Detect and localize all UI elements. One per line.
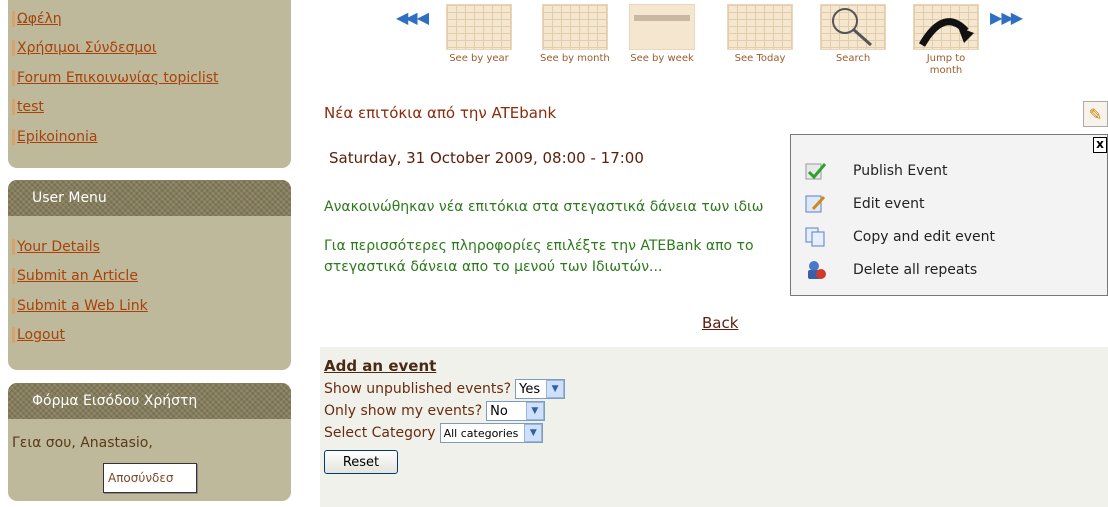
menu-link-useful-links[interactable]: Χρήσιμοι Σύνδεσμοι: [12, 40, 157, 57]
menu-item: Submit an Article: [8, 262, 291, 292]
add-event-link[interactable]: Add an event: [324, 357, 565, 375]
my-events-select[interactable]: No ▼: [486, 401, 545, 421]
event-actions-popup: x Publish Event Edit event Copy and edit…: [790, 134, 1108, 296]
see-by-year-tool[interactable]: See by year: [446, 4, 512, 65]
tool-label: Search: [835, 53, 871, 64]
copy-edit-event-item[interactable]: Copy and edit event: [805, 227, 995, 247]
tool-label: See by year: [449, 53, 509, 64]
unpublished-select[interactable]: Yes ▼: [515, 379, 566, 399]
see-today-tool[interactable]: See Today: [727, 4, 793, 65]
event-date: Saturday, 31 October 2009, 08:00 - 17:00: [329, 149, 644, 167]
event-description-line: στεγαστικά δάνεια απο το μενού των Ιδιωτ…: [324, 259, 663, 275]
event-description: Ανακοινώθηκαν νέα επιτόκια στα στεγαστικ…: [324, 199, 764, 215]
today-icon: [727, 4, 793, 50]
popup-item-label: Copy and edit event: [853, 229, 995, 245]
your-details-link[interactable]: Your Details: [12, 238, 100, 255]
event-title: Νέα επιτόκια από την ATEbank: [324, 104, 557, 122]
popup-item-label: Publish Event: [853, 163, 948, 179]
previous-arrows-icon[interactable]: ◀◀ ◀: [396, 8, 429, 27]
login-form-title: Φόρμα Εισόδου Χρήστη: [8, 383, 291, 419]
edit-icon: [805, 194, 827, 214]
back-link[interactable]: Back: [702, 314, 738, 332]
category-select[interactable]: All categories ▼: [439, 423, 544, 443]
menu-item: Forum Επικοινωνίας topiclist: [8, 63, 291, 93]
select-value: Yes: [519, 381, 541, 397]
menu-item: Epikoinonia: [8, 122, 291, 152]
copy-icon: [805, 227, 827, 247]
user-menu-box: User Menu Your Details Submit an Article…: [8, 180, 291, 370]
see-by-month-tool[interactable]: See by month: [540, 4, 610, 65]
popup-item-label: Delete all repeats: [853, 262, 978, 278]
event-description-more: Για περισσότερες πληροφορίες επιλέξτε τη…: [324, 236, 796, 278]
see-by-week-tool[interactable]: See by week: [629, 4, 695, 65]
user-menu: Your Details Submit an Article Submit a …: [8, 216, 291, 350]
login-form-box: Φόρμα Εισόδου Χρήστη Γεια σου, Anastasio…: [8, 383, 291, 501]
menu-item: Submit a Web Link: [8, 291, 291, 321]
user-menu-title: User Menu: [8, 180, 291, 216]
search-icon: [820, 4, 886, 50]
category-row: Select Category All categories ▼: [324, 422, 565, 444]
event-description-line: Για περισσότερες πληροφορίες επιλέξτε τη…: [324, 238, 754, 254]
my-events-row: Only show my events? No ▼: [324, 400, 565, 422]
close-icon[interactable]: x: [1093, 137, 1107, 153]
menu-item: test: [8, 93, 291, 123]
publish-event-item[interactable]: Publish Event: [805, 161, 947, 181]
delete-repeats-item[interactable]: Delete all repeats: [805, 260, 977, 280]
logout-link[interactable]: Logout: [12, 327, 65, 344]
main-menu: Ωφέλη Χρήσιμοι Σύνδεσμοι Forum Επικοινων…: [8, 0, 291, 152]
filter-panel: Add an event Show unpublished events? Ye…: [320, 347, 1108, 507]
select-value: No: [490, 403, 508, 419]
menu-link-forum[interactable]: Forum Επικοινωνίας topiclist: [12, 69, 219, 86]
search-tool[interactable]: Search: [820, 4, 886, 65]
menu-item: Logout: [8, 321, 291, 351]
filter-form: Add an event Show unpublished events? Ye…: [324, 357, 566, 474]
chevron-down-icon: ▼: [524, 424, 543, 442]
submit-web-link-link[interactable]: Submit a Web Link: [12, 297, 148, 314]
chevron-down-icon: ▼: [546, 380, 565, 398]
submit-article-link[interactable]: Submit an Article: [12, 268, 138, 285]
year-view-icon: [446, 4, 512, 50]
month-view-icon: [541, 4, 608, 50]
my-events-label: Only show my events?: [324, 403, 483, 419]
jump-to-month-tool[interactable]: Jump to month: [912, 4, 980, 77]
menu-link-epikoinonia[interactable]: Epikoinonia: [12, 128, 97, 145]
category-label: Select Category: [324, 425, 436, 441]
menu-link-benefits[interactable]: Ωφέλη: [12, 10, 62, 27]
reset-button[interactable]: Reset: [324, 450, 398, 474]
edit-event-item[interactable]: Edit event: [805, 194, 924, 214]
next-arrows-icon[interactable]: ▶ ▶▶: [990, 8, 1023, 27]
menu-item: Ωφέλη: [8, 4, 291, 34]
menu-link-test[interactable]: test: [12, 99, 44, 116]
menu-item: Χρήσιμοι Σύνδεσμοι: [8, 34, 291, 64]
week-view-icon: [629, 4, 695, 50]
popup-item-label: Edit event: [853, 196, 925, 212]
tool-label: See by month: [540, 53, 610, 64]
main-menu-box: Ωφέλη Χρήσιμοι Σύνδεσμοι Forum Επικοινων…: [8, 0, 291, 168]
unpublished-label: Show unpublished events?: [324, 381, 512, 397]
logout-button[interactable]: Αποσύνδεσ: [103, 463, 197, 493]
select-value: All categories: [443, 426, 519, 440]
greeting-text: Γεια σου, Anastasio,: [12, 435, 153, 451]
menu-item: Your Details: [8, 232, 291, 262]
delete-icon: [805, 260, 827, 280]
edit-pencil-icon[interactable]: ✎: [1083, 101, 1108, 127]
jump-arrow-icon: [913, 4, 979, 50]
tool-label: See by week: [630, 53, 694, 64]
chevron-down-icon: ▼: [525, 402, 544, 420]
sidebar: Ωφέλη Χρήσιμοι Σύνδεσμοι Forum Επικοινων…: [0, 0, 300, 507]
publish-check-icon: [805, 161, 827, 181]
tool-label: See Today: [734, 53, 786, 64]
unpublished-row: Show unpublished events? Yes ▼: [324, 378, 566, 400]
tool-label: Jump to month: [926, 53, 966, 76]
